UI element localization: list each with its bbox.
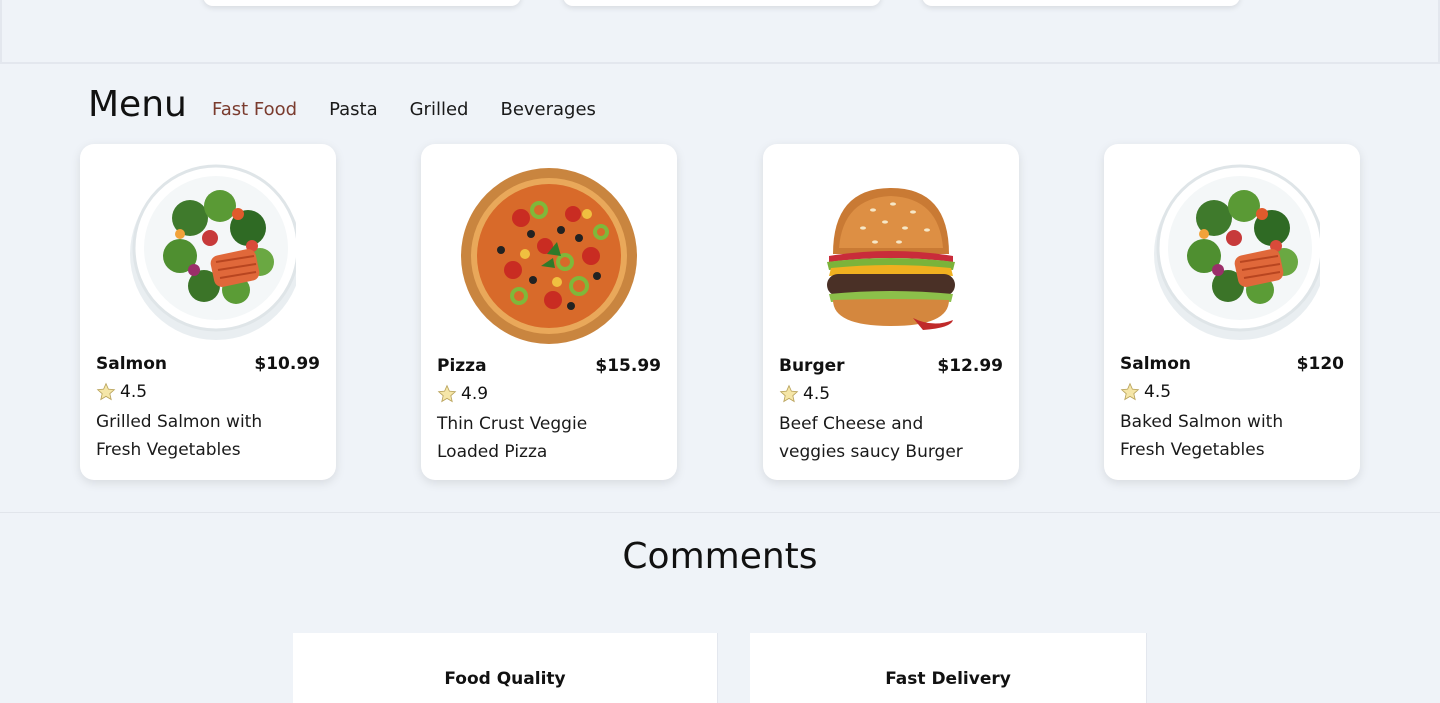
menu-cards: Salmon $10.99 4.5 Grilled Salmon with Fr… bbox=[80, 144, 1360, 480]
card-price: $10.99 bbox=[254, 354, 320, 374]
rating-value: 4.5 bbox=[803, 384, 831, 404]
salmon-salad-image bbox=[1154, 164, 1320, 340]
menu-card-pizza[interactable]: Pizza $15.99 4.9 Thin Crust Veggie Loade… bbox=[421, 144, 677, 480]
card-price: $120 bbox=[1296, 354, 1344, 374]
comment-heading: Fast Delivery bbox=[885, 669, 1011, 689]
card-rating: 4.5 bbox=[1120, 382, 1171, 402]
section-divider bbox=[0, 512, 1440, 513]
comment-heading: Food Quality bbox=[444, 669, 566, 689]
card-description: Baked Salmon with Fresh Vegetables bbox=[1120, 412, 1284, 460]
card-description: Grilled Salmon with Fresh Vegetables bbox=[96, 412, 263, 460]
card-price: $12.99 bbox=[937, 356, 1003, 376]
tab-pasta[interactable]: Pasta bbox=[329, 99, 378, 120]
previous-section-card bbox=[203, 0, 521, 6]
card-name: Pizza bbox=[437, 356, 487, 376]
card-name: Salmon bbox=[1120, 354, 1192, 374]
tab-fast-food[interactable]: Fast Food bbox=[212, 99, 297, 120]
menu-card-burger[interactable]: Burger $12.99 4.5 Beef Cheese and veggie… bbox=[763, 144, 1019, 480]
star-icon bbox=[1120, 382, 1140, 401]
comment-card-fast-delivery[interactable]: Fast Delivery bbox=[750, 633, 1147, 703]
menu-card-salmon-baked[interactable]: Salmon $120 4.5 Baked Salmon with Fresh … bbox=[1104, 144, 1360, 480]
comment-card-food-quality[interactable]: Food Quality bbox=[293, 633, 718, 703]
card-price: $15.99 bbox=[595, 356, 661, 376]
card-rating: 4.5 bbox=[779, 384, 830, 404]
rating-value: 4.5 bbox=[120, 382, 148, 402]
star-icon bbox=[437, 384, 457, 403]
rating-value: 4.9 bbox=[461, 384, 489, 404]
star-icon bbox=[96, 382, 116, 401]
salmon-salad-image bbox=[130, 164, 296, 340]
card-description: Beef Cheese and veggies saucy Burger bbox=[779, 414, 963, 462]
card-name: Burger bbox=[779, 356, 845, 376]
card-rating: 4.5 bbox=[96, 382, 147, 402]
previous-section-card bbox=[922, 0, 1240, 6]
previous-section bbox=[0, 0, 1440, 64]
rating-value: 4.5 bbox=[1144, 382, 1172, 402]
card-rating: 4.9 bbox=[437, 384, 488, 404]
star-icon bbox=[779, 384, 799, 403]
card-description: Thin Crust Veggie Loaded Pizza bbox=[437, 414, 588, 462]
tab-beverages[interactable]: Beverages bbox=[500, 99, 595, 120]
menu-tabs: Fast Food Pasta Grilled Beverages bbox=[212, 99, 596, 120]
previous-section-card bbox=[563, 0, 881, 6]
menu-card-salmon[interactable]: Salmon $10.99 4.5 Grilled Salmon with Fr… bbox=[80, 144, 336, 480]
menu-title: Menu bbox=[88, 84, 187, 125]
comments-title: Comments bbox=[622, 536, 818, 577]
pizza-image bbox=[461, 168, 637, 344]
burger-image bbox=[827, 188, 955, 330]
card-name: Salmon bbox=[96, 354, 168, 374]
tab-grilled[interactable]: Grilled bbox=[410, 99, 469, 120]
